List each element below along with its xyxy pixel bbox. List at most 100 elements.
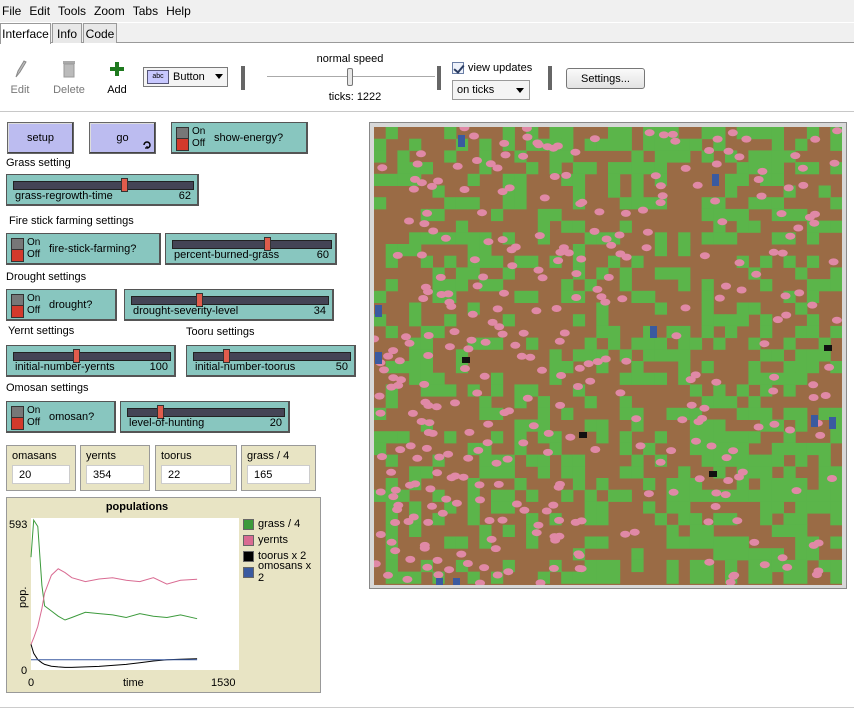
yernt-agent <box>589 135 600 143</box>
yernt-agent <box>711 160 722 168</box>
update-mode-select[interactable]: on ticks <box>452 80 530 100</box>
grass-patch <box>526 384 539 397</box>
update-mode-value: on ticks <box>457 84 495 96</box>
level-of-hunting-slider[interactable]: level-of-hunting 20 <box>120 401 290 433</box>
yernt-agent <box>433 571 444 579</box>
yernt-agent <box>723 147 734 155</box>
grass-patch <box>608 138 621 151</box>
yernt-agent <box>452 162 463 170</box>
omosan-agent <box>436 578 443 585</box>
legend-item: grass / 4 <box>243 516 320 532</box>
menu-tabs[interactable]: Tabs <box>133 4 164 18</box>
menu-file[interactable]: File <box>2 4 27 18</box>
tab-interface[interactable]: Interface <box>0 23 51 44</box>
menu-edit[interactable]: Edit <box>29 4 56 18</box>
yernt-agent <box>554 337 565 345</box>
grass-patch <box>736 173 749 186</box>
yernt-agent <box>407 409 418 417</box>
slider-track[interactable] <box>127 408 285 417</box>
fire-stick-farming-switch[interactable]: On Off fire-stick-farming? <box>6 233 161 265</box>
settings-button[interactable]: Settings... <box>566 68 645 89</box>
toggle-handle[interactable] <box>11 406 24 430</box>
omosan-agent <box>458 135 465 147</box>
yernt-agent <box>570 148 581 156</box>
grass-patch <box>806 314 820 327</box>
show-energy-switch[interactable]: On Off show-energy? <box>171 122 308 154</box>
grass-patch <box>783 524 796 537</box>
yernt-agent <box>699 252 710 260</box>
slider-track[interactable] <box>13 352 171 361</box>
grass-patch <box>596 513 609 526</box>
yernt-agent <box>657 192 668 200</box>
menu-tools[interactable]: Tools <box>58 4 92 18</box>
toggle-handle[interactable] <box>11 238 24 262</box>
yernt-agent <box>710 197 721 205</box>
toggle-handle[interactable] <box>176 127 189 151</box>
menu-help[interactable]: Help <box>166 4 197 18</box>
yernt-agent <box>729 571 740 579</box>
yernt-agent <box>694 475 705 483</box>
menu-zoom[interactable]: Zoom <box>94 4 131 18</box>
grass-patch <box>444 279 457 292</box>
yernt-agent <box>655 199 666 207</box>
delete-button[interactable]: Delete <box>49 58 89 96</box>
world-view[interactable] <box>369 122 847 589</box>
yernt-agent <box>456 550 467 558</box>
slider-track[interactable] <box>172 240 332 249</box>
x-axis-label: time <box>123 677 144 689</box>
edit-button[interactable]: Edit <box>0 58 40 96</box>
yernt-agent <box>433 177 443 185</box>
grass-patch <box>409 349 422 362</box>
grass-patch <box>701 290 714 303</box>
grass-patch <box>748 571 761 584</box>
grass-patch <box>760 501 773 514</box>
grass-patch <box>806 548 820 561</box>
grass-patch <box>385 325 398 339</box>
grass-patch <box>502 466 515 479</box>
setup-button[interactable]: setup <box>7 122 74 154</box>
go-button[interactable]: go <box>89 122 156 154</box>
view-updates-checkbox[interactable] <box>452 62 464 74</box>
slider-track[interactable] <box>131 296 329 305</box>
grass-patch <box>771 138 784 151</box>
slider-track[interactable] <box>193 352 351 361</box>
yernt-agent <box>671 332 682 340</box>
yernt-agent <box>499 139 510 147</box>
drought-severity-slider[interactable]: drought-severity-level 34 <box>124 289 334 321</box>
yernt-agent <box>499 409 510 417</box>
grass-patch <box>385 173 398 186</box>
grass-patch <box>795 501 808 514</box>
add-label: Add <box>107 84 127 96</box>
yernt-agent <box>711 378 722 386</box>
yernt-agent <box>375 488 386 496</box>
x-min-label: 0 <box>28 677 34 689</box>
yernt-agent <box>534 232 545 240</box>
initial-toorus-slider[interactable]: initial-number-toorus 50 <box>186 345 356 377</box>
yernt-agent <box>753 423 764 431</box>
grass-patch <box>572 478 586 491</box>
yernt-agent <box>617 295 628 303</box>
yernt-agent <box>446 302 457 310</box>
yernt-agent <box>620 530 631 538</box>
initial-yernts-slider[interactable]: initial-number-yernts 100 <box>6 345 176 377</box>
grass-patch <box>619 279 632 292</box>
grass-patch <box>783 407 796 420</box>
percent-burned-slider[interactable]: percent-burned-grass 60 <box>165 233 337 265</box>
widget-type-select[interactable]: abc Button <box>143 67 228 87</box>
world-canvas[interactable] <box>374 127 842 585</box>
tab-info[interactable]: Info <box>52 23 82 43</box>
speed-slider-thumb[interactable] <box>347 68 353 86</box>
toggle-handle[interactable] <box>11 294 24 318</box>
slider-thumb[interactable] <box>120 178 128 192</box>
omosan-switch[interactable]: On Off omosan? <box>6 401 116 433</box>
add-button[interactable]: Add <box>97 58 137 96</box>
grass-patch <box>713 536 726 549</box>
yernt-agent <box>532 139 543 147</box>
grass-patch <box>514 384 527 397</box>
yernt-agent <box>537 274 548 282</box>
slider-track[interactable] <box>13 181 194 190</box>
tab-code[interactable]: Code <box>83 23 117 43</box>
grass-regrowth-slider[interactable]: grass-regrowth-time 62 <box>6 174 199 206</box>
drought-switch[interactable]: On Off drought? <box>6 289 117 321</box>
grass-patch <box>502 173 515 186</box>
